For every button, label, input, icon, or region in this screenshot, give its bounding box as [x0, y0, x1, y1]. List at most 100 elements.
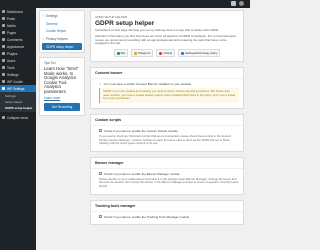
submenu-item-gdpr[interactable]: GDPR setup helper: [0, 105, 36, 111]
pages-icon: [2, 31, 5, 34]
enable-module-checkbox[interactable]: [99, 172, 102, 176]
notification-icon[interactable]: [231, 1, 236, 6]
collapse-icon: [2, 116, 5, 119]
pill-label: Settings/technology policy: [185, 51, 218, 56]
attention-text: Attention! Information you find here doe…: [95, 33, 236, 46]
section-banner-manager: Banner manager Check if you want to enabl…: [90, 156, 244, 195]
check-text: Check if you want to enable the Custom S…: [104, 128, 179, 133]
tip-text: Learn How "Strict" Mode works. In Google…: [44, 66, 79, 94]
status-dot-icon: [181, 51, 184, 55]
menu-label: WP Cookie: [7, 79, 23, 84]
menu-label: Users: [7, 58, 16, 63]
main-content: GDPR SETUP HELPER GDPR setup helper Inst…: [90, 10, 244, 225]
notice-text: If you need to block any third party scr…: [99, 133, 232, 146]
sections: Consent banner ✓ You must have a visible C…: [90, 67, 244, 225]
section-body: Check if you want to enable the Tracking…: [91, 212, 243, 224]
section-check-row[interactable]: Check if you want to enable the Banner M…: [99, 172, 239, 176]
posts-icon: [2, 17, 5, 20]
settings-sidebar: ‹ Settings General Cookie Helper ‹ Priva…: [39, 10, 85, 116]
intro-card: GDPR SETUP HELPER GDPR setup helper Inst…: [90, 10, 244, 63]
section-notice: Please decide on your cookie banner and …: [99, 176, 239, 189]
section-body: ✓ You must have a visible Consent Banner …: [91, 79, 243, 108]
get-recording-button[interactable]: Get Recording: [44, 103, 80, 111]
enable-module-checkbox[interactable]: [99, 215, 102, 219]
settings-nav: ‹ Settings General Cookie Helper ‹ Priva…: [39, 10, 85, 53]
menu-item-appearance[interactable]: Appearance: [0, 43, 36, 50]
page-eyebrow: GDPR SETUP HELPER: [95, 15, 128, 19]
media-icon: [2, 24, 5, 27]
nav-item-gdpr-setup-helper[interactable]: GDPR setup helper: [42, 43, 82, 50]
menu-label: Settings: [7, 72, 19, 77]
menu-item-plugins[interactable]: Plugins: [0, 50, 36, 57]
users-icon: [2, 59, 5, 62]
menu-item-pages[interactable]: Pages: [0, 29, 36, 36]
section-check-row[interactable]: ✓ You must have a visible Consent Banner …: [99, 82, 239, 86]
menu-label: Media: [7, 23, 16, 28]
menu-item-settings[interactable]: Settings: [0, 71, 36, 78]
submenu: Settings Setup Helper GDPR setup helper: [0, 92, 36, 112]
section-notice: If you need to block any third party scr…: [99, 133, 239, 146]
settings-icon: [2, 73, 5, 76]
tip-title: Tips Tox: [44, 61, 56, 65]
collapse-menu-button[interactable]: Collapse menu: [0, 114, 36, 121]
menu-item-media[interactable]: Media: [0, 22, 36, 29]
legend-pill-please-fix: Please fix: [131, 49, 154, 58]
collapse-label: Collapse menu: [7, 115, 29, 120]
section-consent-banner: Consent banner ✓ You must have a visible C…: [90, 67, 244, 109]
settings-icon: [2, 87, 5, 90]
legend-pill-settings-technology-policy: Settings/technology policy: [178, 49, 221, 58]
menu-item-wp-cookie[interactable]: WP Cookie: [0, 78, 36, 85]
status-dot-icon: [159, 51, 163, 55]
section-notice: GDPR: If you use cookies and tracking yo…: [99, 88, 239, 103]
dashboard-icon: [2, 10, 5, 13]
legend-pills: Met Please fix Critical Settings/technology…: [95, 49, 239, 58]
menu-items: Dashboard Posts Media Pages Comments Appearan…: [0, 8, 36, 85]
tip-learn-more-link[interactable]: Learn more: [44, 96, 80, 100]
section-check-row[interactable]: Check if you want to enable the Custom S…: [99, 129, 239, 133]
admin-bar-right: [231, 1, 244, 6]
page-title: GDPR setup helper: [95, 20, 155, 27]
menu-label: Tools: [7, 65, 15, 70]
check-text: Check if you want to enable the Banner M…: [104, 171, 181, 176]
legend-pill-critical: Critical: [156, 49, 175, 58]
section-check-row[interactable]: Check if you want to enable the Tracking…: [99, 215, 239, 219]
intro-text: Instructions on this page will help you …: [95, 28, 220, 32]
pill-label: Please fix: [138, 51, 151, 56]
menu-label: Comments: [7, 37, 23, 42]
avatar[interactable]: [239, 1, 244, 6]
pill-label: Critical: [163, 51, 172, 56]
comments-icon: [2, 38, 5, 41]
check-text: Check if you want to enable the Tracking…: [104, 214, 190, 219]
privacy-nav-heading: ‹ Privacy helpers: [42, 36, 82, 43]
tip-card: Tips Tox Learn How "Strict" Mode works. …: [39, 57, 85, 116]
menu-item-posts[interactable]: Posts: [0, 15, 36, 22]
menu-item-users[interactable]: Users: [0, 57, 36, 64]
section-tracking-tools-manager: Tracking tools manager Check if you want …: [90, 199, 244, 225]
menu-item-tools[interactable]: Tools: [0, 64, 36, 71]
admin-menu: Dashboard Posts Media Pages Comments Appearan…: [0, 8, 36, 250]
menu-item-comments[interactable]: Comments: [0, 36, 36, 43]
section-body: Check if you want to enable the Custom S…: [91, 126, 243, 151]
admin-bar: [0, 0, 250, 8]
menu-label: Appearance: [7, 44, 25, 49]
section-title: Consent banner: [91, 68, 243, 80]
settings-nav-heading: ‹ Settings: [42, 13, 82, 20]
notice-text: Please decide on your cookie banner and …: [99, 176, 239, 188]
section-custom-scripts: Custom scripts Check if you want to enabl…: [90, 113, 244, 152]
enable-module-checkbox[interactable]: [99, 129, 102, 133]
cookie-icon: [2, 80, 5, 83]
nav-item-cookie-helper[interactable]: Cookie Helper: [42, 27, 82, 34]
menu-item-dashboard[interactable]: Dashboard: [0, 8, 36, 15]
section-title: Custom scripts: [91, 115, 243, 126]
chevron-left-icon: ‹: [43, 14, 45, 18]
menu-label: Plugins: [7, 51, 18, 56]
pill-label: Met: [120, 51, 126, 56]
plugins-icon: [2, 52, 5, 55]
tools-icon: [2, 66, 5, 69]
nav-item-general[interactable]: General: [42, 20, 82, 27]
chevron-left-icon: ‹: [43, 37, 45, 41]
check-text: You must have a visible Consent Banner i…: [103, 82, 192, 87]
notice-text: GDPR: If you use cookies and tracking yo…: [103, 89, 236, 101]
section-body: Check if you want to enable the Banner M…: [91, 169, 243, 194]
menu-item-wp-settings[interactable]: WP Settings: [0, 85, 36, 92]
